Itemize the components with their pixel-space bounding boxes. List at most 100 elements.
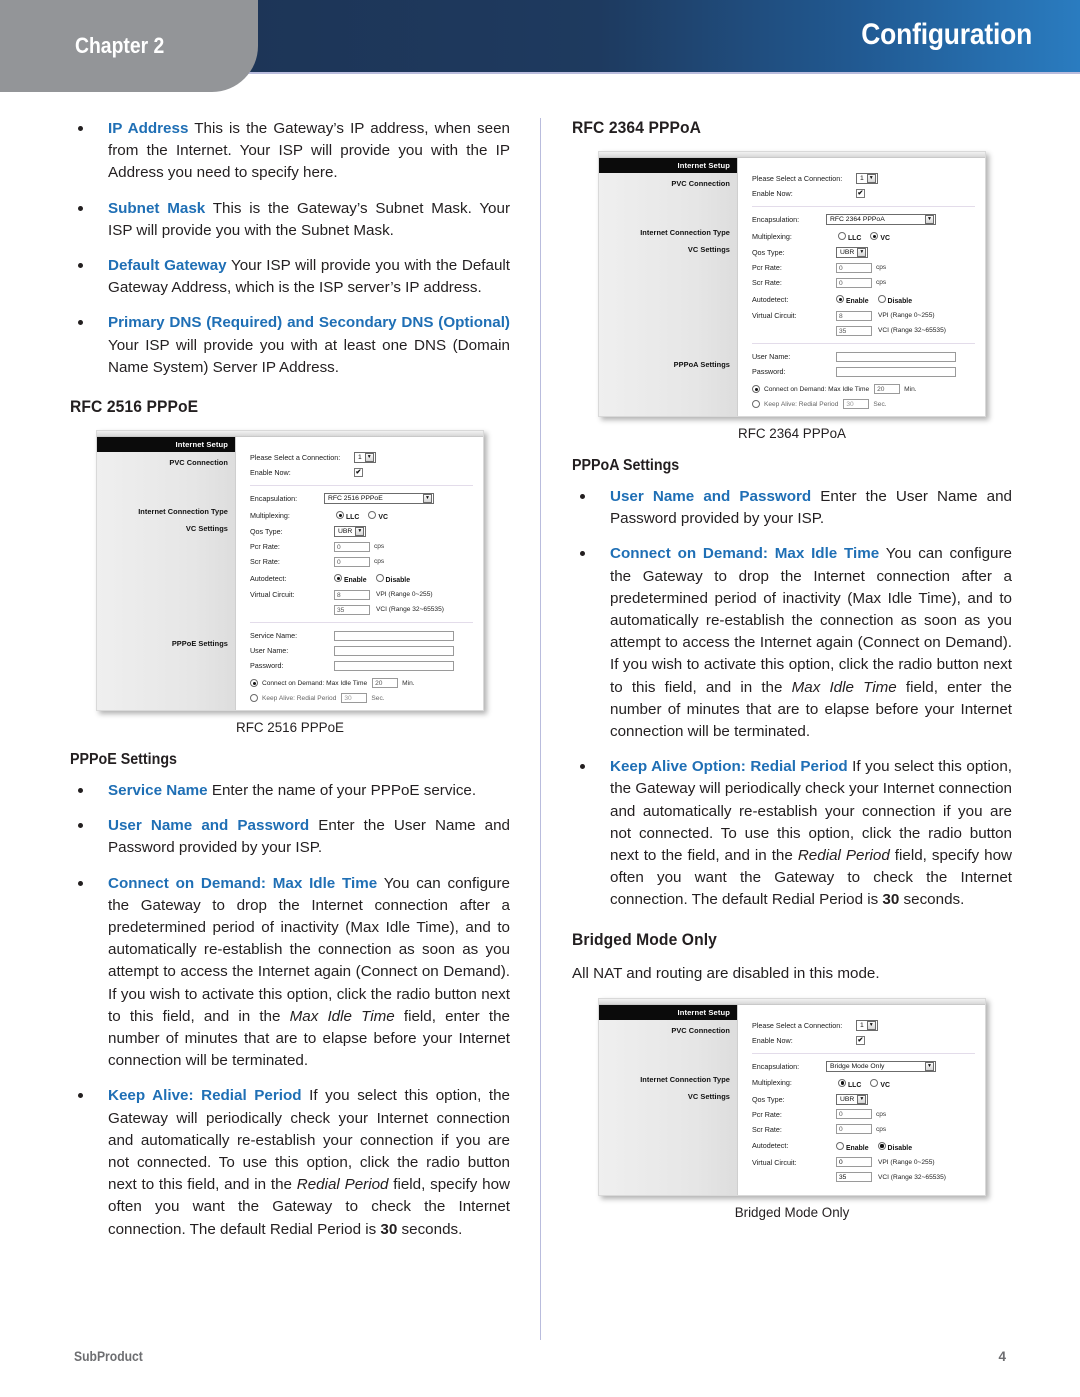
row-pcr-rate: Pcr Rate: 0 cps <box>236 539 483 554</box>
chevron-down-icon: ▼ <box>866 174 876 183</box>
multiplexing-vc-radio[interactable] <box>870 1078 879 1087</box>
multiplexing-llc-radio[interactable] <box>335 510 344 519</box>
bullet-keep-alive: Keep Alive: Redial Period If you select … <box>70 1085 510 1240</box>
chevron-down-icon: ▼ <box>355 527 365 537</box>
autodetect-enable-radio[interactable] <box>835 294 844 303</box>
qos-type-dropdown[interactable]: UBR ▼ <box>333 526 367 538</box>
label-user-name: User Name: <box>751 352 791 361</box>
label-multiplexing: Multiplexing: <box>249 510 290 520</box>
autodetect-disable-radio[interactable] <box>877 294 886 303</box>
pcr-rate-input[interactable]: 0 <box>835 262 872 273</box>
connect-on-demand-label: Connect on Demand: Max Idle Time <box>261 679 368 687</box>
connect-on-demand-radio[interactable] <box>751 385 760 393</box>
row-scr-rate: Scr Rate: 0 cps <box>738 1122 985 1137</box>
qos-type-dropdown[interactable]: UBR ▼ <box>835 247 869 258</box>
vci-input[interactable]: 35 <box>835 1172 872 1183</box>
row-keep-alive: Keep Alive: Redial Period 30 Sec. <box>236 692 483 704</box>
multiplexing-llc-radio[interactable] <box>837 1078 846 1087</box>
bullet-dot <box>78 823 83 829</box>
row-password: Password: <box>236 658 483 673</box>
screenshot-sidebar: Internet Setup PVC Connection Internet C… <box>599 1004 738 1195</box>
term-service-name: Service Name <box>108 782 208 800</box>
select-connection-dropdown[interactable]: 1 ▼ <box>353 452 376 464</box>
encapsulation-dropdown[interactable]: RFC 2516 PPPoE ▼ <box>323 493 434 505</box>
vpi-range-note: VPI (Range 0~255) <box>877 312 935 319</box>
label-encapsulation: Encapsulation: <box>751 1061 800 1071</box>
vci-input[interactable]: 35 <box>333 604 370 615</box>
screenshot-bridged-mode: Internet Setup PVC Connection Internet C… <box>598 997 986 1196</box>
select-connection-dropdown[interactable]: 1 ▼ <box>855 173 878 184</box>
screenshot-banner: Internet Setup <box>599 158 737 173</box>
redial-period-input[interactable]: 30 <box>843 399 870 409</box>
term-ip-address: IP Address <box>108 120 189 137</box>
row-keep-alive: Keep Alive: Redial Period 30 Sec. <box>738 398 985 410</box>
label-autodetect: Autodetect: <box>249 573 287 583</box>
vpi-input[interactable]: 8 <box>333 589 370 600</box>
row-virtual-circuit-vpi: Virtual Circuit: 8 VPI (Range 0~255) <box>236 587 483 602</box>
keep-alive-label: Keep Alive: Redial Period <box>261 694 337 702</box>
redial-period-input[interactable]: 30 <box>341 693 368 704</box>
max-idle-time-input[interactable]: 20 <box>372 678 399 689</box>
scr-rate-unit: cps <box>373 558 385 566</box>
autodetect-disable-radio[interactable] <box>877 1141 886 1150</box>
autodetect-enable-radio[interactable] <box>835 1141 844 1150</box>
bullet-dot <box>78 880 83 886</box>
redial-period-unit: Sec. <box>371 694 385 702</box>
qos-type-value: UBR <box>337 528 353 536</box>
label-multiplexing: Multiplexing: <box>751 1078 792 1088</box>
select-connection-dropdown[interactable]: 1 ▼ <box>855 1019 878 1031</box>
sidebar-label-ict: Internet Connection Type <box>138 507 228 517</box>
scr-rate-input[interactable]: 0 <box>835 277 872 288</box>
row-encapsulation: Encapsulation: RFC 2516 PPPoE ▼ <box>236 491 483 506</box>
vpi-input[interactable]: 8 <box>835 310 872 321</box>
password-input[interactable] <box>333 660 454 671</box>
enable-now-checkbox[interactable]: ✔ <box>855 189 865 198</box>
user-name-input[interactable] <box>333 645 454 656</box>
heading-pppoa-settings: PPPoA Settings <box>572 457 680 474</box>
autodetect-disable-radio[interactable] <box>375 573 384 582</box>
connect-on-demand-radio[interactable] <box>249 679 258 688</box>
label-pcr-rate: Pcr Rate: <box>751 263 782 272</box>
vpi-input[interactable]: 0 <box>835 1157 872 1168</box>
bullet-keep-alive-option: Keep Alive Option: Redial Period If you … <box>572 756 1012 911</box>
pcr-rate-input[interactable]: 0 <box>333 541 370 552</box>
label-scr-rate: Scr Rate: <box>751 1124 782 1134</box>
service-name-input[interactable] <box>333 630 454 641</box>
multiplexing-llc-radio[interactable] <box>837 231 846 240</box>
label-multiplexing: Multiplexing: <box>751 231 792 241</box>
enable-now-checkbox[interactable]: ✔ <box>855 1035 865 1045</box>
vci-input[interactable]: 35 <box>835 325 872 336</box>
label-virtual-circuit: Virtual Circuit: <box>751 311 797 320</box>
enable-now-checkbox[interactable]: ✔ <box>353 468 363 478</box>
term-user-name-password: User Name and Password <box>108 817 310 835</box>
sidebar-label-ict: Internet Connection Type <box>640 228 730 237</box>
keep-alive-radio[interactable] <box>751 400 760 408</box>
select-connection-value: 1 <box>859 1021 864 1029</box>
row-multiplexing: Multiplexing: LLC VC <box>738 1074 985 1092</box>
multiplexing-vc-label: VC <box>880 235 890 242</box>
max-idle-time-input[interactable]: 20 <box>874 384 901 394</box>
autodetect-enable-radio[interactable] <box>333 573 342 582</box>
bullet-dot <box>580 764 585 770</box>
bullet-user-name-password: User Name and Password Enter the User Na… <box>572 486 1012 530</box>
password-input[interactable] <box>835 366 956 377</box>
autodetect-enable-label: Enable <box>343 577 367 585</box>
row-qos-type: Qos Type: UBR ▼ <box>738 245 985 260</box>
row-autodetect: Autodetect: Enable Disable <box>738 1137 985 1155</box>
multiplexing-vc-radio[interactable] <box>368 510 377 519</box>
scr-rate-input[interactable]: 0 <box>333 556 370 567</box>
multiplexing-vc-label: VC <box>880 1081 890 1089</box>
keep-alive-radio[interactable] <box>249 694 258 703</box>
row-encapsulation: Encapsulation: RFC 2364 PPPoA ▼ <box>738 212 985 227</box>
label-enable-now: Enable Now: <box>249 468 291 478</box>
scr-rate-input[interactable]: 0 <box>835 1124 872 1135</box>
multiplexing-vc-radio[interactable] <box>870 231 879 240</box>
user-name-input[interactable] <box>835 351 956 362</box>
encapsulation-dropdown[interactable]: RFC 2364 PPPoA ▼ <box>825 214 936 225</box>
pcr-rate-input[interactable]: 0 <box>835 1109 872 1120</box>
qos-type-dropdown[interactable]: UBR ▼ <box>835 1093 869 1105</box>
label-enable-now: Enable Now: <box>751 189 793 198</box>
encapsulation-dropdown[interactable]: Bridge Mode Only ▼ <box>825 1060 936 1072</box>
sidebar-label-pvc: PVC Connection <box>671 1025 730 1035</box>
autodetect-disable-label: Disable <box>385 577 411 585</box>
